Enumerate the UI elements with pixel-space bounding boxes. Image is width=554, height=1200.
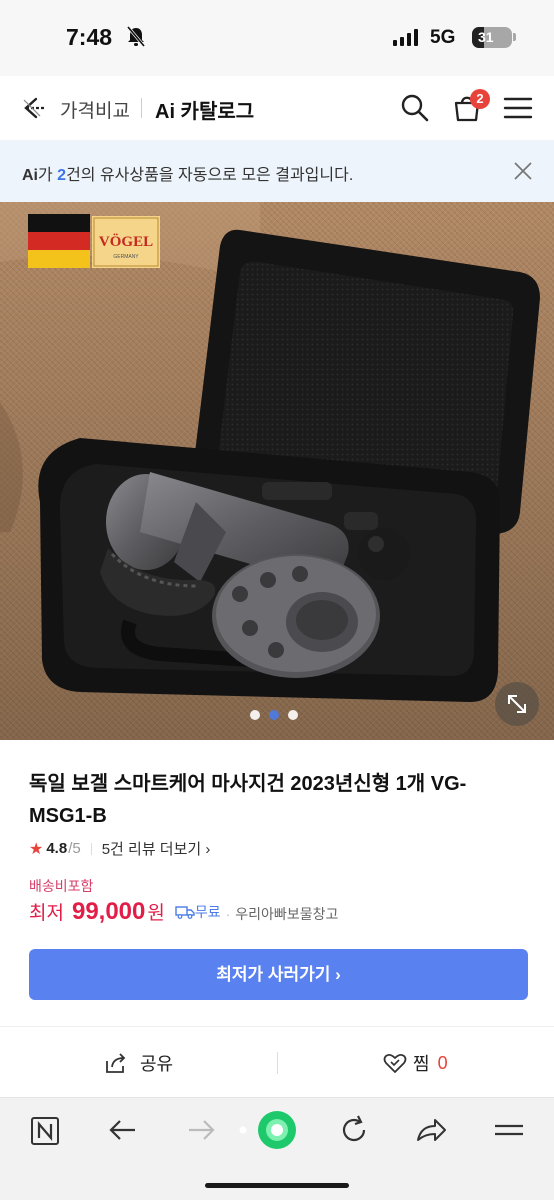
- signal-icon: [393, 28, 418, 46]
- page-title: Ai 카탈로그: [155, 101, 255, 123]
- top-header: 가격비교 Ai 카탈로그 2: [0, 76, 554, 140]
- notice-text: Ai가 2건의 유사상품을 자동으로 모은 결과입니다.: [22, 161, 353, 185]
- share-label: 공유: [140, 1054, 174, 1074]
- heart-icon: [383, 1053, 407, 1073]
- shipping-note: 배송비포함: [29, 878, 94, 894]
- price-compare-link[interactable]: 가격비교: [60, 96, 130, 123]
- battery-level: 31: [478, 29, 494, 45]
- expand-icon: [508, 695, 526, 713]
- cart-count-badge: 2: [470, 89, 490, 109]
- ai-notice-banner: Ai가 2건의 유사상품을 자동으로 모은 결과입니다.: [0, 140, 554, 202]
- green-dot-icon[interactable]: [235, 1108, 315, 1152]
- share-arrow-icon[interactable]: [413, 1112, 449, 1148]
- price-value: 99,000: [71, 898, 146, 925]
- header-divider: [141, 98, 142, 118]
- product-image[interactable]: VÖGEL GERMANY: [0, 202, 554, 740]
- back-icon[interactable]: [105, 1112, 141, 1148]
- naver-home-icon[interactable]: [27, 1112, 63, 1148]
- product-title: 독일 보겔 스마트케어 마사지건 2023년신형 1개 VG-MSG1-B: [29, 773, 467, 827]
- rating-max: /5: [68, 840, 81, 857]
- free-shipping-label: 무료: [194, 904, 221, 920]
- truck-icon: [175, 906, 195, 919]
- wishlist-button[interactable]: 찜 0: [383, 1050, 448, 1076]
- buy-lowest-price-button[interactable]: 최저가 사러가기 ›: [29, 949, 528, 1000]
- share-button[interactable]: 공유: [104, 1050, 173, 1076]
- share-icon: [106, 1053, 126, 1073]
- brand-logo-text: VÖGEL: [99, 233, 153, 250]
- network-type: 5G: [430, 27, 456, 48]
- close-icon[interactable]: [511, 159, 535, 183]
- carousel-dot[interactable]: [269, 710, 279, 720]
- wishlist-count: 0: [437, 1052, 448, 1073]
- carousel-dot[interactable]: [250, 710, 260, 720]
- carousel-indicator: [250, 710, 298, 720]
- forward-icon[interactable]: [183, 1112, 219, 1148]
- chevron-right-icon: ›: [335, 965, 341, 984]
- notice-count: 2: [57, 167, 67, 184]
- rating-score: 4.8: [46, 840, 68, 857]
- review-link-label: 5건 리뷰 더보기: [101, 841, 202, 858]
- bell-muted-icon: [126, 26, 146, 47]
- free-shipping: 무료: [175, 902, 221, 922]
- refresh-icon[interactable]: [336, 1112, 372, 1148]
- section-divider: [0, 1026, 554, 1027]
- battery-tip: [513, 33, 516, 41]
- star-icon: ★: [29, 840, 44, 858]
- search-icon[interactable]: [398, 91, 432, 125]
- notice-text-part: 가: [38, 167, 58, 184]
- back-arrow-icon[interactable]: [14, 90, 50, 126]
- price-unit: 원: [147, 903, 165, 924]
- menu-icon[interactable]: [491, 1112, 527, 1148]
- status-time: 7:48: [66, 24, 113, 50]
- rating-divider: [90, 842, 92, 855]
- seller-name[interactable]: 우리아빠보물창고: [235, 904, 338, 924]
- home-indicator[interactable]: [205, 1183, 349, 1188]
- battery-icon: 31: [472, 27, 512, 48]
- expand-image-button[interactable]: [495, 682, 539, 726]
- carousel-dot[interactable]: [288, 710, 298, 720]
- status-bar: 7:48 5G 31: [0, 0, 554, 76]
- notice-text-suffix: 건의 유사상품을 자동으로 모은 결과입니다.: [66, 167, 354, 184]
- review-link[interactable]: 5건 리뷰 더보기 ›: [102, 838, 211, 859]
- buy-button-label: 최저가 사러가기: [216, 965, 331, 984]
- brand-logo-sub: GERMANY: [113, 254, 139, 260]
- chevron-right-icon: ›: [205, 841, 211, 858]
- price-label: 최저: [29, 903, 64, 924]
- product-photo: VÖGEL GERMANY: [0, 202, 554, 740]
- notice-ai-label: Ai: [22, 167, 38, 184]
- price-row: 최저 99,000 원 무료 · 우리아빠보물창고: [29, 898, 338, 926]
- hamburger-menu-icon[interactable]: [502, 93, 534, 123]
- action-divider: [277, 1052, 278, 1074]
- separator-dot: ·: [225, 906, 231, 922]
- rating-row: ★ 4.8 /5 5건 리뷰 더보기 ›: [29, 838, 210, 859]
- wishlist-label: 찜: [413, 1054, 430, 1074]
